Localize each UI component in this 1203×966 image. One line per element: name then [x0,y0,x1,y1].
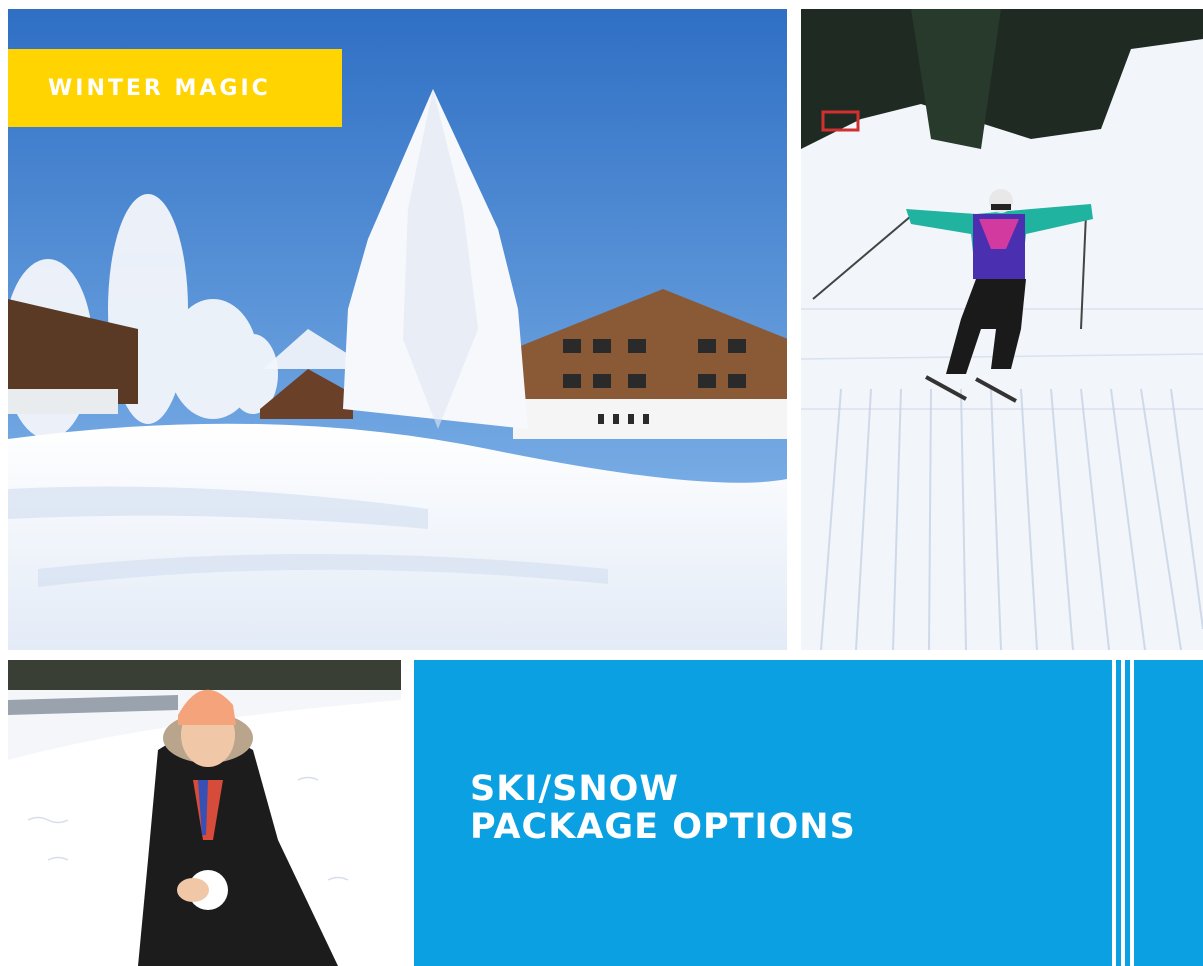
decorative-stripe [1112,660,1116,966]
photo-skier-slope [801,9,1203,650]
badge-label: WINTER MAGIC [48,75,271,101]
package-options-title: SKI/SNOW PACKAGE OPTIONS [470,770,856,846]
title-line-1: SKI/SNOW [470,769,679,809]
photo-snowball-girl [8,660,401,966]
decorative-stripe [1130,660,1134,966]
winter-magic-badge: WINTER MAGIC [8,49,342,127]
title-line-2: PACKAGE OPTIONS [470,807,856,847]
package-options-panel: SKI/SNOW PACKAGE OPTIONS [414,660,1203,966]
decorative-stripe [1121,660,1125,966]
